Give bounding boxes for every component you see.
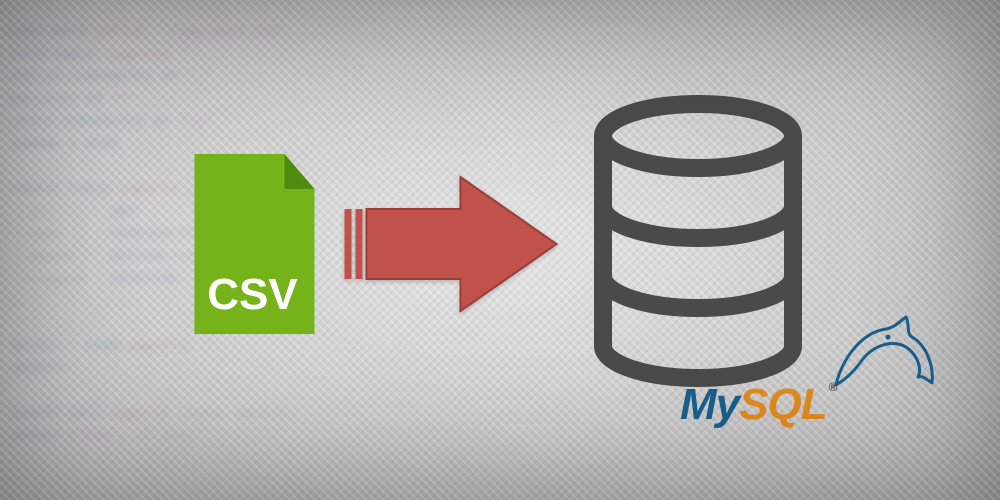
diagram-stage: CSV <box>185 94 816 394</box>
mysql-logo: MySQL® <box>680 380 836 430</box>
csv-file-icon: CSV <box>185 149 325 339</box>
database-icon <box>581 94 816 394</box>
mysql-logo-my: My <box>680 380 739 429</box>
csv-file-label: CSV <box>207 270 298 319</box>
arrow-right-icon <box>343 169 563 319</box>
mysql-logo-sql: SQL <box>739 380 826 429</box>
mysql-trademark: ® <box>829 380 837 394</box>
mysql-dolphin-icon <box>830 315 940 395</box>
